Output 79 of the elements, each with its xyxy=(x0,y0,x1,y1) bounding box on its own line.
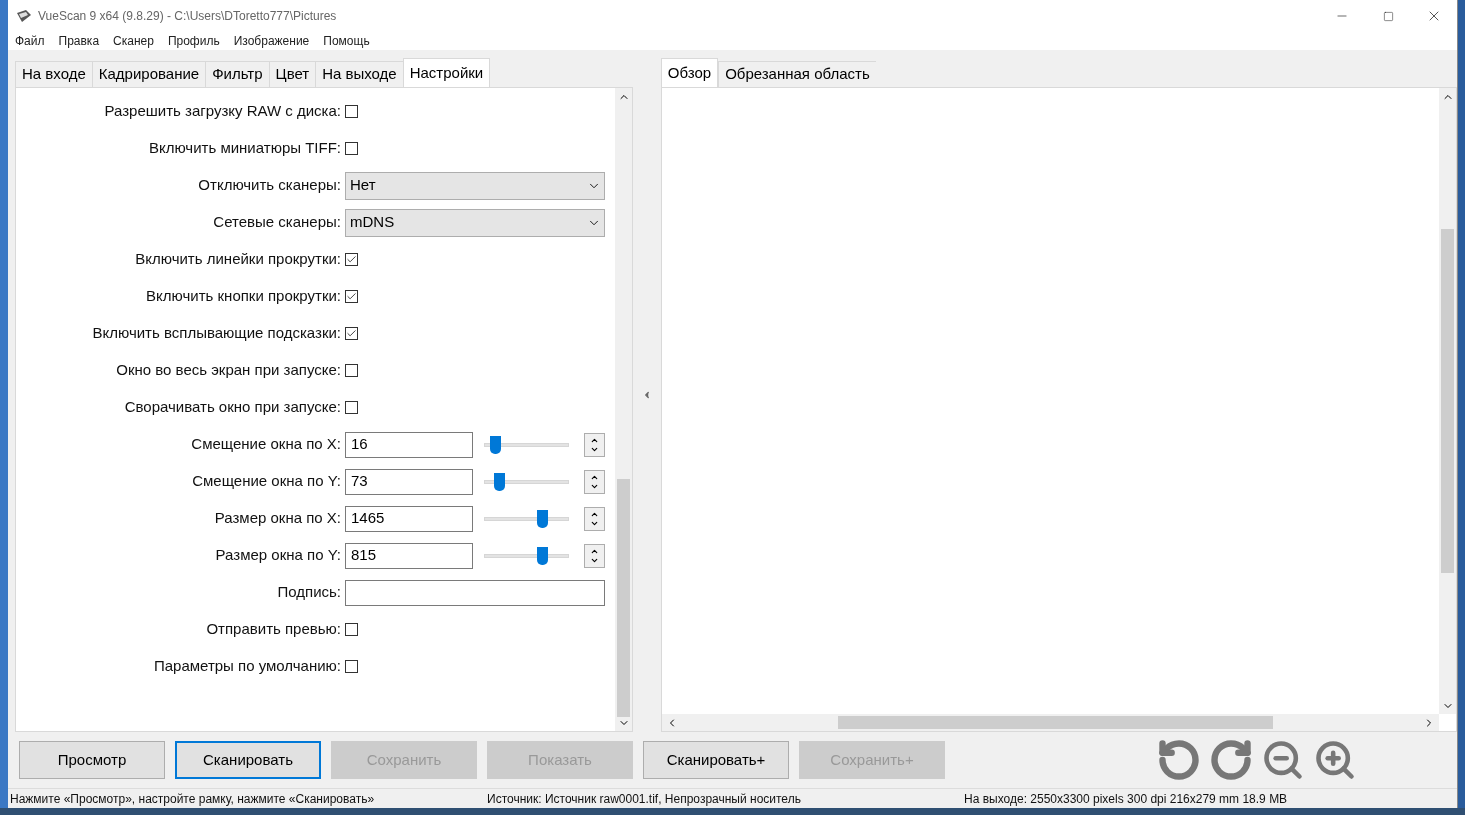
input-field[interactable] xyxy=(345,579,605,606)
rotate-right-icon[interactable] xyxy=(1209,738,1253,782)
slider-thumb[interactable] xyxy=(537,509,549,528)
tab[interactable]: Обрезанная область xyxy=(718,61,876,87)
tab[interactable]: Цвет xyxy=(268,61,316,87)
input-field[interactable]: 73 xyxy=(345,468,473,495)
setting-label: Сворачивать окно при запуске: xyxy=(123,397,342,418)
setting-label: Окно во весь экран при запуске: xyxy=(115,360,342,381)
setting-label: Подпись: xyxy=(276,582,342,603)
checkbox[interactable] xyxy=(345,142,358,155)
setting-label: Разрешить загрузку RAW с диска: xyxy=(103,101,342,122)
status-text: На выходе: 2550x3300 pixels 300 dpi 216x279 mm 18.9 MB xyxy=(964,790,1288,808)
tab[interactable]: Кадрирование xyxy=(91,61,206,87)
menu-item[interactable]: Сканер xyxy=(113,32,154,50)
setting-label: Размер окна по X: xyxy=(213,508,342,529)
setting-label: Включить миниатюры TIFF: xyxy=(147,138,342,159)
dropdown-value: Нет xyxy=(350,175,376,196)
menu-item[interactable]: Профиль xyxy=(167,32,220,50)
slider-thumb[interactable] xyxy=(537,546,549,565)
scrollbar[interactable] xyxy=(615,88,632,731)
zoom-in-icon[interactable] xyxy=(1313,738,1357,782)
dropdown[interactable]: Нет xyxy=(345,171,605,200)
dropdown-value: mDNS xyxy=(350,212,395,233)
checkbox[interactable] xyxy=(345,364,358,377)
maximize-icon[interactable] xyxy=(1382,10,1394,22)
checkbox[interactable] xyxy=(345,623,358,636)
slider-track[interactable] xyxy=(484,472,569,491)
scanner-logo-icon xyxy=(16,9,32,23)
tab[interactable]: На входе xyxy=(15,61,92,87)
tab[interactable]: Настройки xyxy=(402,58,491,88)
slider-thumb[interactable] xyxy=(489,435,501,454)
input-field[interactable]: 1465 xyxy=(345,505,473,532)
menu-item[interactable]: Правка xyxy=(58,32,100,50)
input-field[interactable]: 16 xyxy=(345,431,473,458)
slider-thumb[interactable] xyxy=(493,472,505,491)
tab[interactable]: На выходе xyxy=(315,61,403,87)
action-button[interactable]: Сканировать xyxy=(175,741,321,779)
tab[interactable]: Обзор xyxy=(660,58,719,88)
setting-label: Отключить сканеры: xyxy=(197,175,342,196)
menu-item[interactable]: Помощь xyxy=(323,32,370,50)
checkbox[interactable] xyxy=(345,105,358,118)
input-field[interactable]: 815 xyxy=(345,542,473,569)
scroll-thumb[interactable] xyxy=(1441,229,1454,573)
checkbox[interactable] xyxy=(345,401,358,414)
setting-label: Размер окна по Y: xyxy=(214,545,342,566)
tab[interactable]: Фильтр xyxy=(205,61,269,87)
checkbox[interactable] xyxy=(345,290,358,303)
window-title: VueScan 9 x64 (9.8.29) - C:\Users\DToretto777\Pictures xyxy=(38,8,337,25)
zoom-out-icon[interactable] xyxy=(1261,738,1305,782)
status-text: Нажмите «Просмотр», настройте рамку, нажмите «Сканировать» xyxy=(9,790,376,808)
status-text: Источник: Источник raw0001.tif, Непрозрачный носитель xyxy=(487,790,802,808)
setting-label: Параметры по умолчанию: xyxy=(152,656,342,677)
setting-label: Включить кнопки прокрутки: xyxy=(145,286,342,307)
setting-label: Смещение окна по X: xyxy=(190,434,342,455)
spinner[interactable] xyxy=(584,432,605,457)
setting-label: Смещение окна по Y: xyxy=(191,471,342,492)
scrollbar[interactable] xyxy=(1439,88,1456,714)
checkbox[interactable] xyxy=(345,253,358,266)
scrollbar[interactable] xyxy=(661,714,1439,731)
spinner[interactable] xyxy=(584,543,605,568)
spinner[interactable] xyxy=(584,469,605,494)
checkbox[interactable] xyxy=(345,660,358,673)
dropdown[interactable]: mDNS xyxy=(345,208,605,237)
slider-track[interactable] xyxy=(484,435,569,454)
action-button[interactable]: Просмотр xyxy=(19,741,165,779)
checkbox[interactable] xyxy=(345,327,358,340)
menu-item[interactable]: Файл xyxy=(15,32,45,50)
slider-track[interactable] xyxy=(484,546,569,565)
setting-label: Включить всплывающие подсказки: xyxy=(91,323,342,344)
menu-item[interactable]: Изображение xyxy=(233,32,310,50)
slider-track[interactable] xyxy=(484,509,569,528)
setting-label: Сетевые сканеры: xyxy=(212,212,342,233)
setting-label: Отправить превью: xyxy=(205,619,342,640)
action-button[interactable]: Сканировать+ xyxy=(643,741,789,779)
rotate-left-icon[interactable] xyxy=(1157,738,1201,782)
scroll-thumb[interactable] xyxy=(617,479,630,717)
scroll-thumb[interactable] xyxy=(837,716,1273,729)
spinner[interactable] xyxy=(584,506,605,531)
setting-label: Включить линейки прокрутки: xyxy=(134,249,342,270)
